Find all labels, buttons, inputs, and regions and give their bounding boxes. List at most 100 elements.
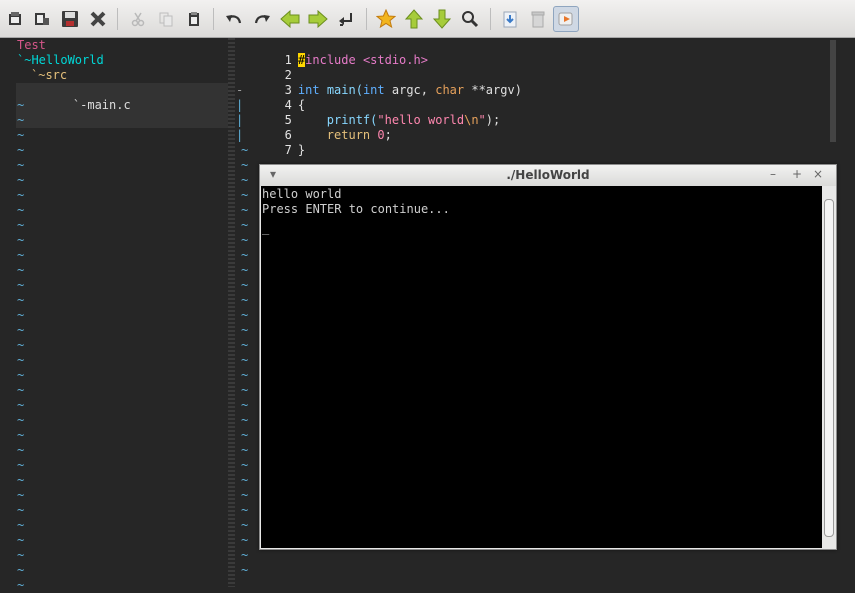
editor-empty-line: ~ — [241, 353, 249, 367]
fold-mark[interactable]: - — [236, 83, 243, 98]
tree-empty-line: ~ — [17, 458, 25, 472]
fold-mark: | — [236, 98, 244, 112]
copy-icon[interactable] — [154, 7, 178, 31]
tree-empty-line: ~ — [17, 533, 25, 547]
tree-empty-line: ~ — [17, 323, 25, 337]
tree-empty-line: ~ — [17, 203, 25, 217]
save-file-icon[interactable] — [58, 7, 82, 31]
terminal-window: ▾ ./HelloWorld – + × hello world Press E… — [259, 164, 837, 550]
editor-empty-line: ~ — [241, 248, 249, 262]
tree-empty-line: ~ — [17, 563, 25, 577]
editor-empty-line: ~ — [241, 443, 249, 457]
tree-empty-line: ~ — [17, 188, 25, 202]
tree-folder-src[interactable]: `~src — [31, 68, 67, 83]
tree-empty-line: ~ — [17, 398, 25, 412]
tree-empty-line: ~ — [17, 98, 25, 112]
terminal-titlebar[interactable]: ▾ ./HelloWorld – + × — [260, 165, 836, 186]
paste-icon[interactable] — [182, 7, 206, 31]
tree-empty-line: ~ — [17, 248, 25, 262]
tree-empty-line: ~ — [17, 128, 25, 142]
editor-empty-line: ~ — [241, 428, 249, 442]
terminal-output-line: hello world — [262, 187, 342, 201]
tree-empty-line: ~ — [17, 308, 25, 322]
cut-icon[interactable] — [126, 7, 150, 31]
bookmark-star-icon[interactable] — [374, 7, 398, 31]
editor-empty-line: ~ — [241, 383, 249, 397]
vertical-split-bar[interactable] — [228, 38, 235, 587]
terminal-output-line: Press ENTER to continue... — [262, 202, 450, 216]
run-icon[interactable] — [553, 6, 579, 32]
terminal-scrollbar[interactable] — [824, 199, 834, 537]
tree-empty-line: ~ — [17, 503, 25, 517]
editor-empty-line: ~ — [241, 143, 249, 157]
main-toolbar — [0, 0, 855, 38]
editor-empty-line: ~ — [241, 563, 249, 577]
editor-empty-line: ~ — [241, 233, 249, 247]
tree-empty-line: ~ — [17, 383, 25, 397]
editor-empty-line: ~ — [241, 368, 249, 382]
tree-empty-line: ~ — [17, 518, 25, 532]
editor-empty-line: ~ — [241, 458, 249, 472]
tree-empty-line: ~ — [17, 443, 25, 457]
tree-empty-line: ~ — [17, 278, 25, 292]
editor-empty-line: ~ — [241, 413, 249, 427]
editor-empty-line: ~ — [241, 473, 249, 487]
editor-empty-line: ~ — [241, 203, 249, 217]
toolbar-separator — [213, 8, 214, 30]
tree-root[interactable]: Test — [17, 38, 46, 53]
close-file-icon[interactable] — [86, 7, 110, 31]
tree-file-main-c[interactable]: `-main.c — [16, 83, 228, 128]
toolbar-separator — [490, 8, 491, 30]
forward-arrow-icon[interactable] — [306, 7, 330, 31]
terminal-output[interactable]: hello world Press ENTER to continue... _ — [261, 186, 822, 548]
tree-empty-line: ~ — [17, 113, 25, 127]
toolbar-separator — [366, 8, 367, 30]
tree-empty-line: ~ — [17, 173, 25, 187]
open-file-icon[interactable] — [30, 7, 54, 31]
editor-empty-line: ~ — [241, 533, 249, 547]
editor-empty-line: ~ — [241, 218, 249, 232]
new-file-icon[interactable] — [3, 7, 27, 31]
undo-icon[interactable] — [222, 7, 246, 31]
tree-empty-line: ~ — [17, 338, 25, 352]
editor-empty-line: ~ — [241, 503, 249, 517]
editor-empty-line: ~ — [241, 293, 249, 307]
tree-empty-line: ~ — [17, 488, 25, 502]
maximize-icon[interactable]: + — [792, 167, 802, 181]
fold-mark: | — [236, 128, 244, 142]
back-arrow-icon[interactable] — [278, 7, 302, 31]
tree-project-helloworld[interactable]: `~HelloWorld — [17, 53, 104, 68]
tree-empty-line: ~ — [17, 218, 25, 232]
tree-empty-line: ~ — [17, 353, 25, 367]
tree-empty-line: ~ — [17, 368, 25, 382]
file-tree-pane: Test `~HelloWorld `~src `-main.c ~ ~ ~ ~ ~ ~ ~… — [0, 38, 228, 592]
tree-empty-line: ~ — [17, 143, 25, 157]
tree-empty-line: ~ — [17, 263, 25, 277]
tree-empty-line: ~ — [17, 428, 25, 442]
tree-empty-line: ~ — [17, 233, 25, 247]
fold-mark: | — [236, 113, 244, 127]
trash-icon[interactable] — [526, 7, 550, 31]
terminal-cursor: _ — [262, 221, 270, 235]
editor-empty-line: ~ — [241, 308, 249, 322]
editor-empty-line: ~ — [241, 398, 249, 412]
up-arrow-icon[interactable] — [402, 7, 426, 31]
editor-empty-line: ~ — [241, 488, 249, 502]
find-icon[interactable] — [458, 7, 482, 31]
tree-empty-line: ~ — [17, 293, 25, 307]
minimize-icon[interactable]: – — [770, 167, 776, 181]
tree-empty-line: ~ — [17, 158, 25, 172]
editor-empty-line: ~ — [241, 278, 249, 292]
editor-empty-line: ~ — [241, 338, 249, 352]
redo-icon[interactable] — [250, 7, 274, 31]
jump-icon[interactable] — [334, 7, 358, 31]
editor-empty-line: ~ — [241, 548, 249, 562]
close-icon[interactable]: × — [813, 167, 823, 181]
load-session-icon[interactable] — [498, 7, 522, 31]
editor-empty-line: ~ — [241, 263, 249, 277]
down-arrow-icon[interactable] — [430, 7, 454, 31]
tree-empty-line: ~ — [17, 578, 25, 592]
editor-empty-line: ~ — [241, 188, 249, 202]
editor-scrollbar[interactable] — [830, 40, 836, 142]
tree-empty-line: ~ — [17, 473, 25, 487]
